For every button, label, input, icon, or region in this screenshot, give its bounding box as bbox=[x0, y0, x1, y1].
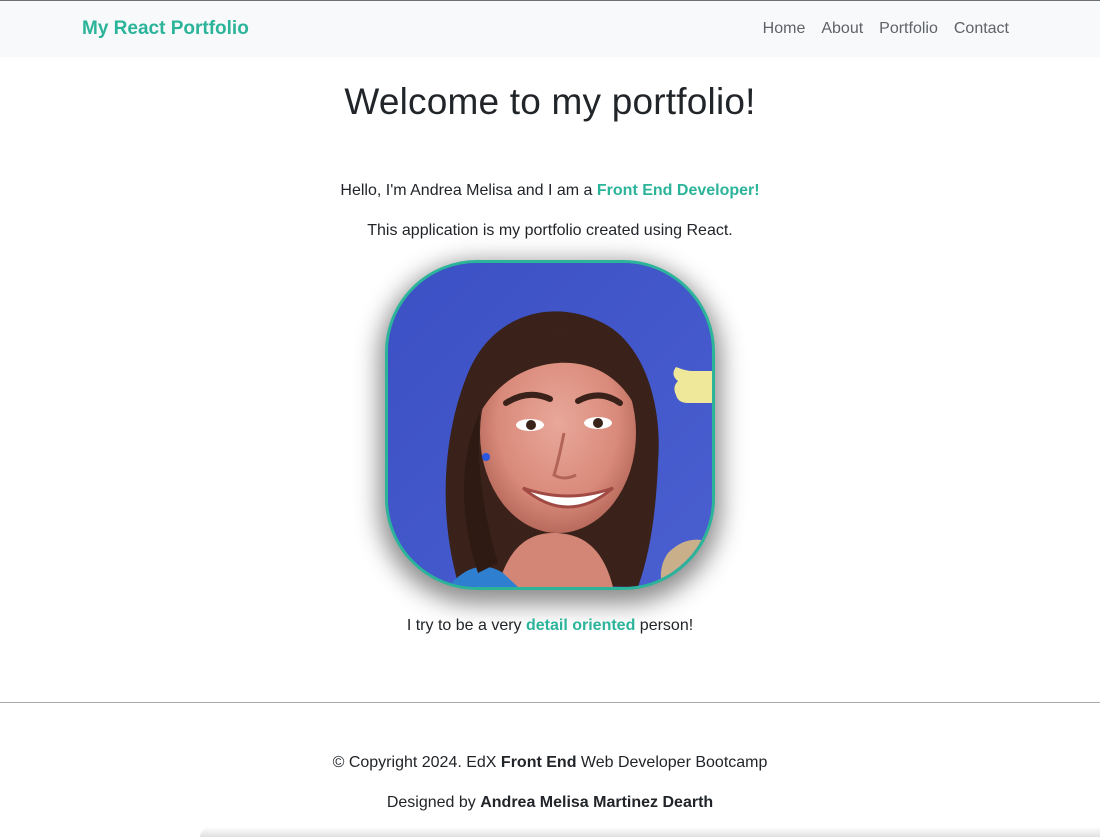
detail-prefix: I try to be a very bbox=[406, 617, 526, 634]
nav-link-home[interactable]: Home bbox=[763, 19, 806, 39]
designer-name: Andrea Melisa Martinez Dearth bbox=[480, 794, 714, 811]
nav-link-contact[interactable]: Contact bbox=[954, 19, 1009, 39]
profile-photo-image bbox=[388, 263, 712, 587]
copyright-suffix: Web Developer Bootcamp bbox=[576, 754, 768, 771]
nav-link-portfolio[interactable]: Portfolio bbox=[879, 19, 938, 39]
intro-role-highlight: Front End Developer! bbox=[596, 182, 760, 199]
detail-highlight: detail oriented bbox=[525, 617, 636, 634]
bottom-overlay-shadow bbox=[200, 827, 1100, 837]
navbar: My React Portfolio Home About Portfolio … bbox=[0, 1, 1100, 57]
profile-photo bbox=[385, 260, 715, 590]
copyright-bold: Front End bbox=[500, 754, 577, 771]
designed-prefix: Designed by bbox=[386, 794, 481, 811]
page-title: Welcome to my portfolio! bbox=[344, 81, 756, 122]
footer-designed-by: Designed by Andrea Melisa Martinez Deart… bbox=[0, 793, 1100, 813]
brand-link[interactable]: My React Portfolio bbox=[82, 17, 249, 41]
intro-prefix: Hello, I'm Andrea Melisa and I am a bbox=[340, 182, 597, 199]
detail-text: I try to be a very detail oriented perso… bbox=[0, 616, 1100, 636]
nav-links: Home About Portfolio Contact bbox=[763, 19, 1009, 39]
nav-link-about[interactable]: About bbox=[821, 19, 863, 39]
subtitle-text: This application is my portfolio created… bbox=[367, 222, 733, 239]
intro-text: Hello, I'm Andrea Melisa and I am a Fron… bbox=[0, 181, 1100, 201]
copyright-prefix: © Copyright 2024. EdX bbox=[332, 754, 501, 771]
footer-copyright: © Copyright 2024. EdX Front End Web Deve… bbox=[0, 753, 1100, 773]
footer-divider bbox=[0, 702, 1100, 703]
detail-suffix: person! bbox=[635, 617, 694, 634]
